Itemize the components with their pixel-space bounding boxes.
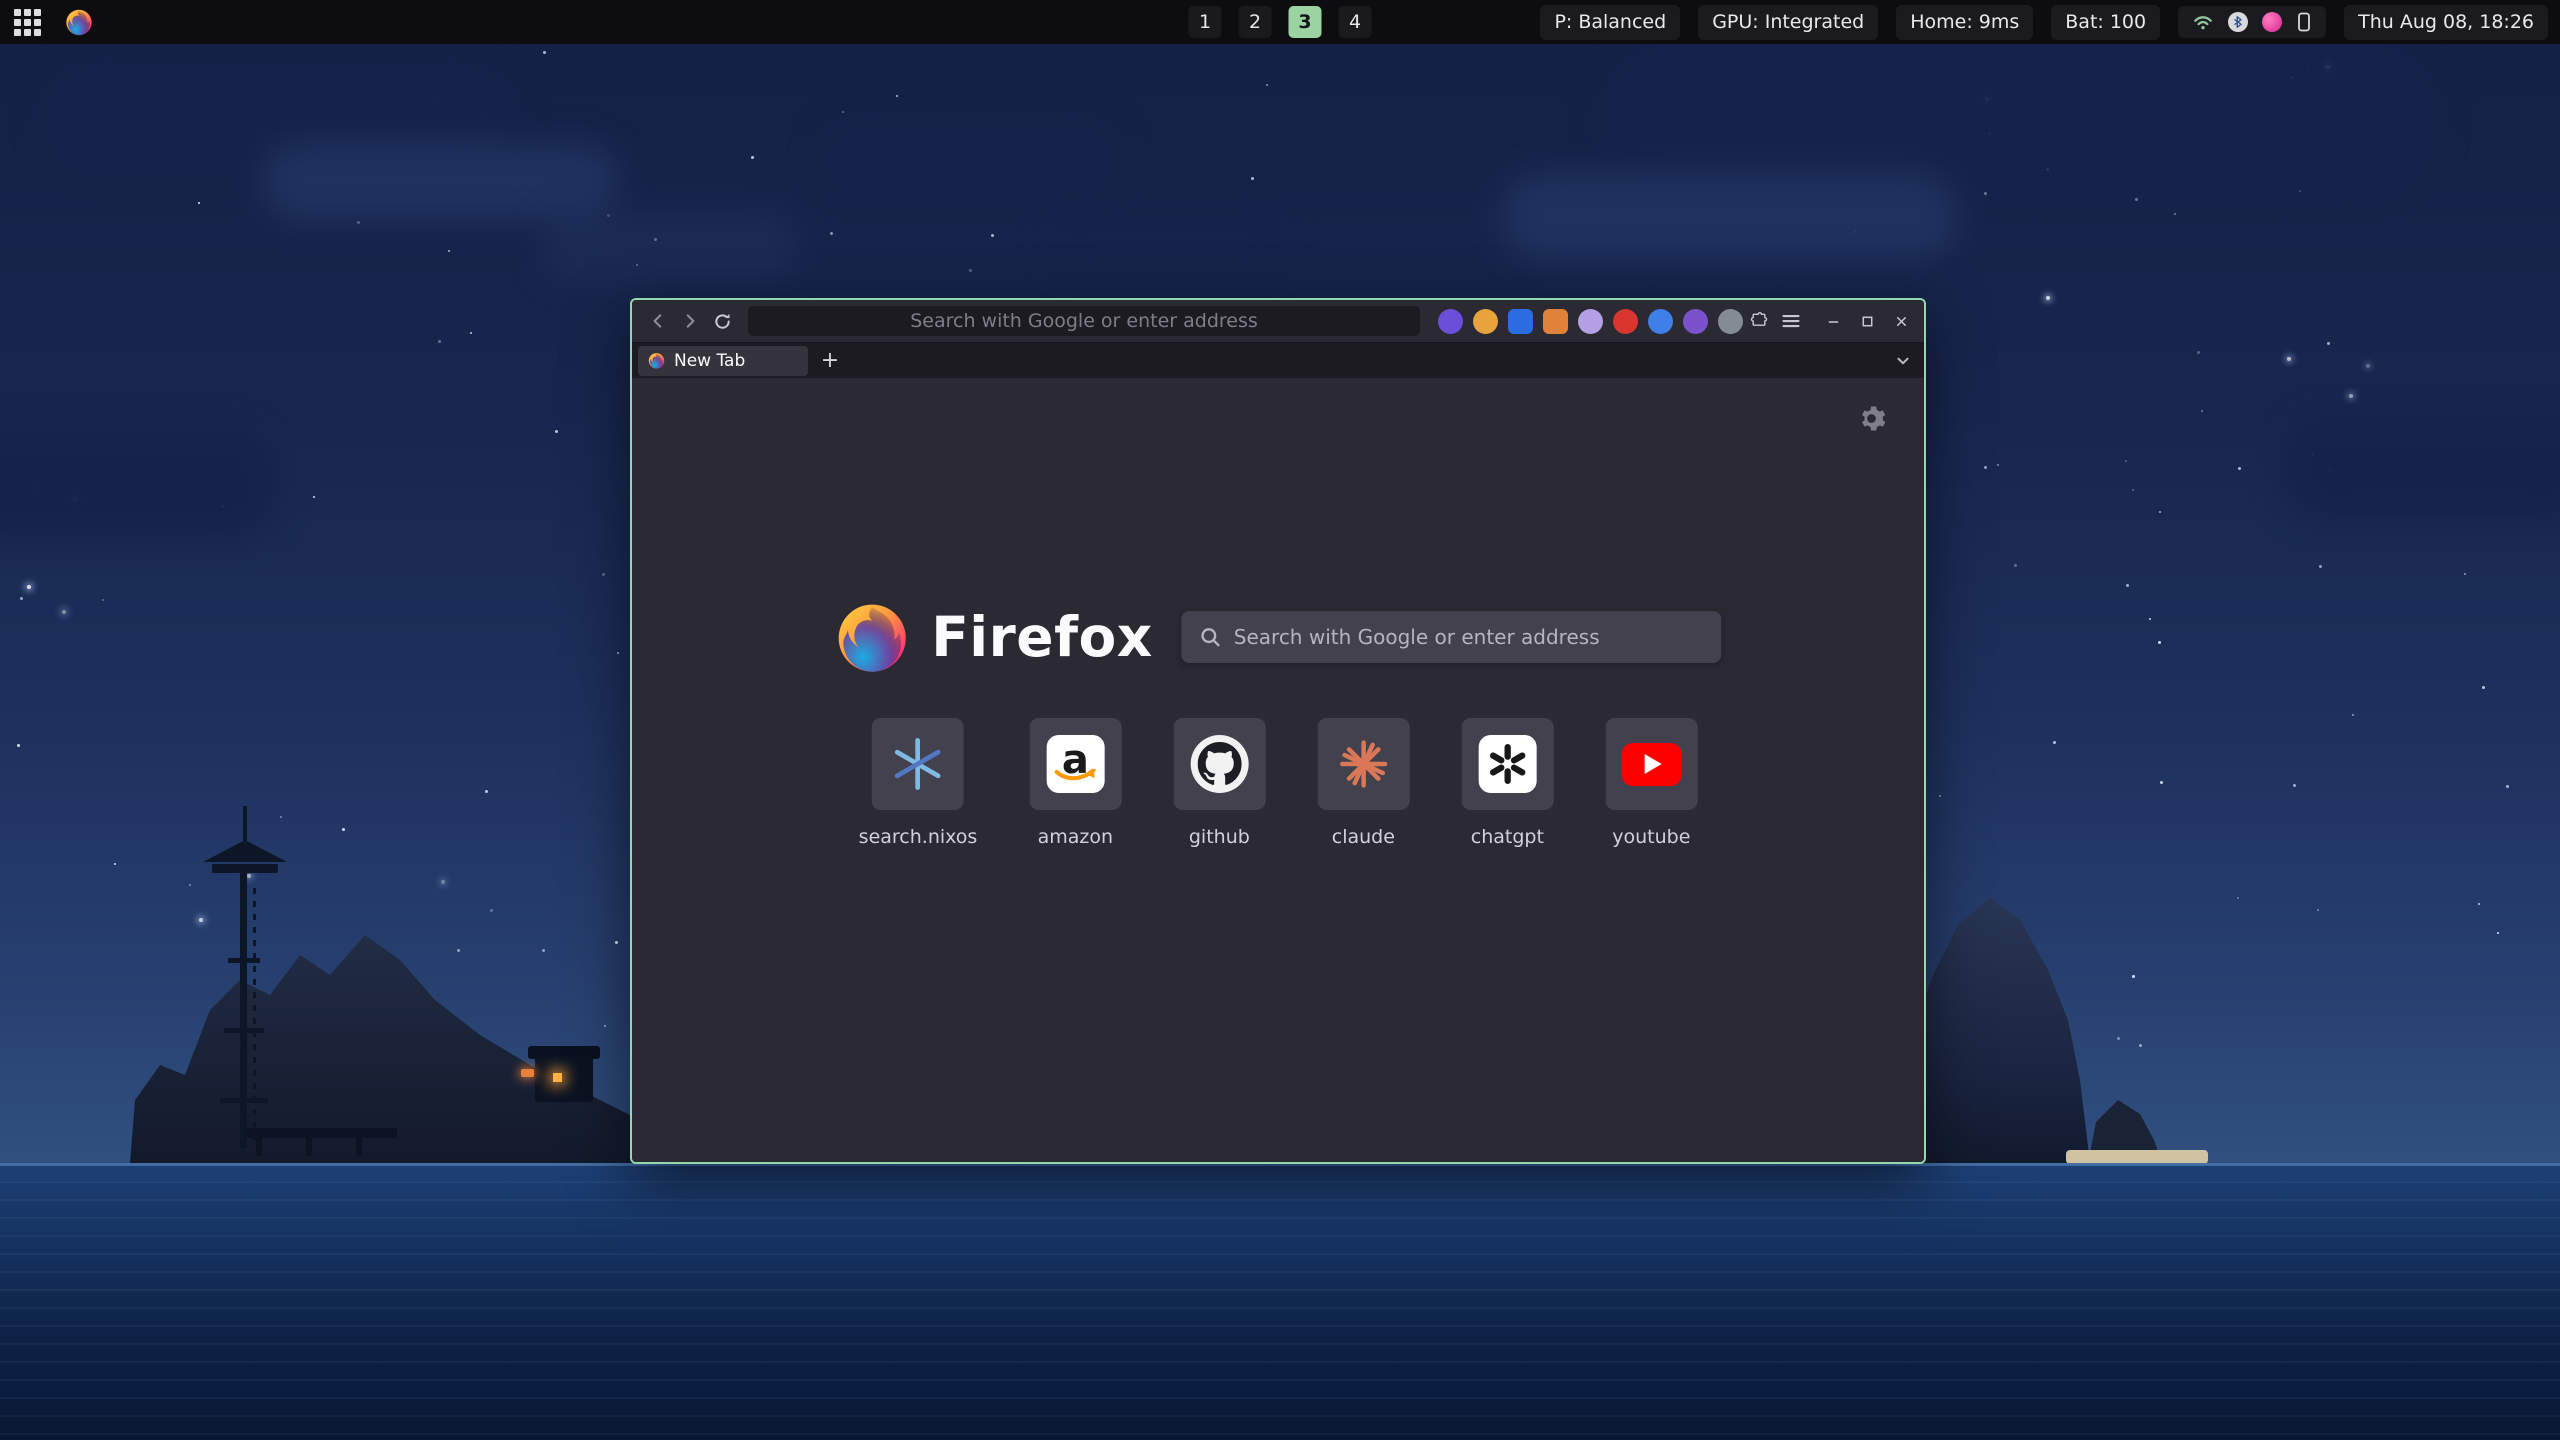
nixos-icon [891,737,945,791]
cloud [540,212,800,282]
watchtower-crossbar [228,958,260,963]
cloud [820,120,1120,190]
cloud [0,430,280,540]
close-button[interactable] [1887,307,1915,335]
newtab-hero: Firefox Search with Google or enter addr… [835,600,1721,674]
url-bar-placeholder: Search with Google or enter address [910,310,1258,332]
forward-button[interactable] [674,305,706,337]
shortcut-chatgpt[interactable]: chatgpt [1461,718,1553,848]
watchtower-crossbar [220,1098,268,1103]
shortcut-label: search.nixos [859,826,978,848]
shortcut-amazon[interactable]: a amazon [1029,718,1121,848]
battery-status: Bat: 100 [2051,5,2160,40]
extension-icon-orange-moon[interactable] [1473,309,1498,334]
hut-window-light [553,1073,562,1082]
tab-new-tab[interactable]: New Tab [638,346,808,376]
cloud [1600,40,2440,190]
gpu-status: GPU: Integrated [1698,5,1878,40]
pier [245,1128,397,1138]
tab-title: New Tab [674,351,745,371]
color-indicator-icon[interactable] [2262,12,2282,32]
firefox-window: Search with Google or enter address [630,298,1926,1164]
maximize-button[interactable] [1853,307,1881,335]
cloud [1050,214,1290,274]
bluetooth-icon[interactable] [2228,12,2248,32]
beach-strip [2066,1150,2208,1164]
shortcut-search-nixos[interactable]: search.nixos [859,718,978,848]
amazon-icon: a [1046,735,1104,793]
firefox-logo [835,600,909,674]
newtab-search-placeholder: Search with Google or enter address [1234,625,1600,649]
shortcut-label: chatgpt [1471,826,1544,848]
desktop: { "topbar": { "workspaces": { "items": [… [0,0,2560,1440]
extension-icons [1438,309,1743,334]
shortcut-label: youtube [1612,826,1690,848]
extension-icon-lavender[interactable] [1578,309,1603,334]
extension-icon-purple-shield[interactable] [1683,309,1708,334]
workspace-1[interactable]: 1 [1189,6,1222,38]
window-controls [1819,307,1915,335]
workspace-2[interactable]: 2 [1239,6,1272,38]
extensions-puzzle-icon[interactable] [1743,305,1775,337]
extension-icon-gray[interactable] [1718,309,1743,334]
tab-list-chevron-icon[interactable] [1894,352,1912,370]
pier-post [306,1134,312,1156]
extension-icon-orange-box[interactable] [1543,309,1568,334]
new-tab-button[interactable]: + [816,347,844,375]
top-bar: 1 2 3 4 P: Balanced GPU: Integrated Home… [0,0,2560,44]
shortcuts-row: search.nixos a amazon [859,718,1698,848]
home-latency-status: Home: 9ms [1896,5,2033,40]
hut [535,1056,593,1102]
extension-icon-blue-globe[interactable] [1648,309,1673,334]
shortcut-github[interactable]: github [1173,718,1265,848]
reload-button[interactable] [706,305,738,337]
power-profile-status: P: Balanced [1540,5,1680,40]
minimize-button[interactable] [1819,307,1847,335]
ocean [0,1163,2560,1440]
clock: Thu Aug 08, 18:26 [2344,5,2548,40]
shortcut-label: github [1189,826,1250,848]
search-icon [1199,626,1221,648]
github-icon [1190,735,1248,793]
extension-icon-purple[interactable] [1438,309,1463,334]
youtube-icon [1621,743,1681,786]
tab-favicon-firefox [648,352,665,369]
display-icon[interactable] [2296,12,2312,32]
extension-icon-blue-bitwarden[interactable] [1508,309,1533,334]
navigation-toolbar: Search with Google or enter address [632,300,1924,342]
new-tab-page: Firefox Search with Google or enter addr… [632,378,1924,1162]
shortcut-label: claude [1332,826,1395,848]
extension-icon-red[interactable] [1613,309,1638,334]
claude-icon [1336,737,1390,791]
cloud [260,142,620,222]
pier-post [256,1134,262,1156]
workspace-4[interactable]: 4 [1339,6,1372,38]
settings-gear-icon[interactable] [1857,404,1886,433]
firefox-wordmark: Firefox [931,605,1153,669]
wifi-icon[interactable] [2192,13,2214,31]
app-launcher-icon[interactable] [14,9,41,36]
pier-post [356,1134,362,1156]
workspace-switcher: 1 2 3 4 [1189,6,1372,38]
watchtower-deck [212,864,278,873]
shortcut-label: amazon [1038,826,1113,848]
tab-bar: New Tab + [632,342,1924,378]
firefox-launcher-icon[interactable] [65,8,93,36]
shore-light [521,1069,534,1077]
chatgpt-icon [1478,735,1536,793]
url-bar[interactable]: Search with Google or enter address [748,306,1420,336]
system-tray [2178,6,2326,38]
watchtower-crossbar [224,1028,264,1033]
shortcut-youtube[interactable]: youtube [1605,718,1697,848]
cloud [2280,420,2560,520]
newtab-search-input[interactable]: Search with Google or enter address [1181,611,1721,663]
workspace-3[interactable]: 3 [1289,6,1322,38]
menu-button[interactable] [1775,305,1807,337]
cloud [1500,172,1960,262]
back-button[interactable] [642,305,674,337]
watchtower-pole [240,873,247,1148]
shortcut-claude[interactable]: claude [1317,718,1409,848]
watchtower-roof [203,840,287,862]
